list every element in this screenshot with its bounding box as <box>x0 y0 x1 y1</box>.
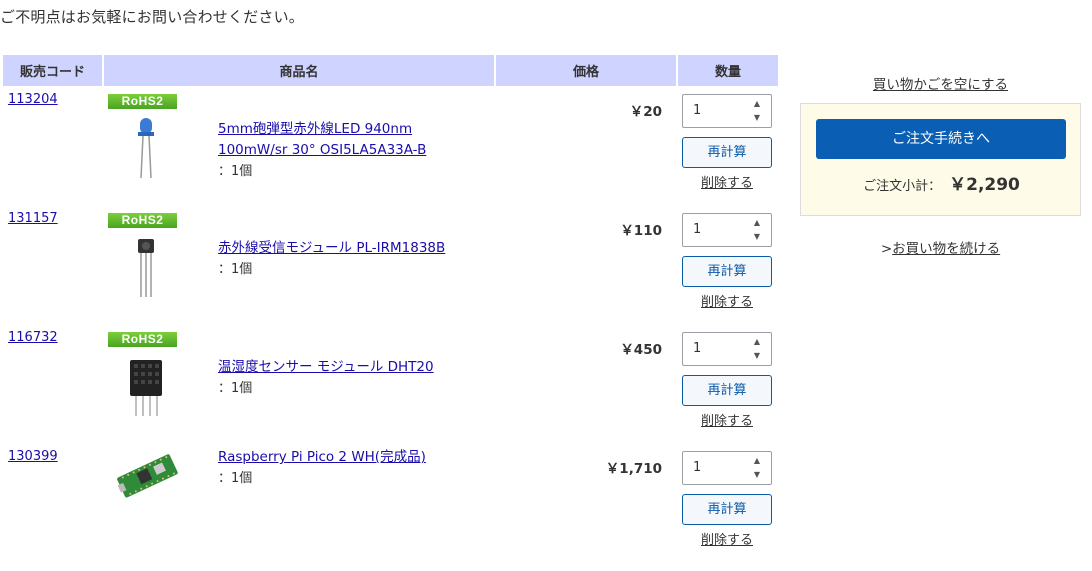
rohs2-badge: RoHS2 <box>108 94 177 109</box>
continue-shopping: >お買い物を続ける <box>800 237 1081 257</box>
quantity-value: 1 <box>693 341 702 356</box>
header-price: 価格 <box>496 55 678 86</box>
cell-name: RoHS2 温湿度センサー モジュール DHT20 ：1個 <box>104 324 496 443</box>
table-row: 131157 RoHS2 赤外線受信モジュール PL-IRM1838B ：1個 … <box>3 205 778 324</box>
table-row: 116732 RoHS2 温湿度センサー モジュール DHT20 ：1個 ￥45… <box>3 324 778 443</box>
product-qty-label: ：1個 <box>218 471 253 486</box>
cell-code: 116732 <box>3 324 104 443</box>
product-code-link[interactable]: 131157 <box>8 211 58 226</box>
quantity-stepper[interactable]: 1 ▲ ▼ <box>682 94 772 128</box>
product-name-line: 赤外線受信モジュール PL-IRM1838B <box>218 240 446 256</box>
quantity-value: 1 <box>693 460 702 475</box>
product-price: ￥450 <box>620 342 662 358</box>
product-code-link[interactable]: 116732 <box>8 330 58 345</box>
product-name-link[interactable]: Raspberry Pi Pico 2 WH(完成品) <box>218 449 426 465</box>
cell-name: Raspberry Pi Pico 2 WH(完成品) ：1個 <box>104 443 496 562</box>
quantity-stepper[interactable]: 1 ▲ ▼ <box>682 213 772 247</box>
delete-link[interactable]: 削除する <box>678 410 776 429</box>
product-qty-label: ：1個 <box>218 262 253 277</box>
delete-link[interactable]: 削除する <box>678 529 776 548</box>
product-price: ￥20 <box>629 104 662 120</box>
product-qty-label: ：1個 <box>218 164 253 179</box>
continue-shopping-link[interactable]: お買い物を続ける <box>892 241 1000 257</box>
product-name-block: Raspberry Pi Pico 2 WH(完成品) ：1個 <box>218 447 426 489</box>
spin-arrows-icon[interactable]: ▲ ▼ <box>749 216 765 244</box>
subtotal-value: ￥2,290 <box>949 175 1020 195</box>
subtotal-label: ご注文小計： <box>863 179 942 194</box>
cart-table: 販売コード 商品名 価格 数量 113204 RoHS2 5mm砲弾型赤外線LE… <box>3 55 778 562</box>
recalculate-button[interactable]: 再計算 <box>682 494 772 525</box>
cell-name: RoHS2 赤外線受信モジュール PL-IRM1838B ：1個 <box>104 205 496 324</box>
ir-receiver-image <box>138 239 154 297</box>
product-name-line: 温湿度センサー モジュール DHT20 <box>218 359 434 375</box>
rohs2-badge: RoHS2 <box>108 213 177 228</box>
product-name-block: 5mm砲弾型赤外線LED 940nm 100mW/sr 30° OSI5LA5A3… <box>218 119 426 182</box>
checkout-button[interactable]: ご注文手続きへ <box>816 119 1066 159</box>
spin-arrows-icon[interactable]: ▲ ▼ <box>749 454 765 482</box>
product-qty-label: ：1個 <box>218 381 253 396</box>
empty-cart-link[interactable]: 買い物かごを空にする <box>800 73 1081 93</box>
cell-name: RoHS2 5mm砲弾型赤外線LED 940nm 100mW/sr 30° OSI… <box>104 86 496 205</box>
chevron-right-icon: > <box>880 241 893 257</box>
product-price: ￥1,710 <box>605 461 662 477</box>
intro-text: ご不明点はお気軽にお問い合わせください。 <box>0 8 305 26</box>
product-code-link[interactable]: 113204 <box>8 92 58 107</box>
dht20-sensor-image <box>130 360 162 416</box>
product-name-block: 温湿度センサー モジュール DHT20 ：1個 <box>218 357 434 399</box>
cell-qty: 1 ▲ ▼ 再計算 削除する <box>678 86 778 205</box>
quantity-value: 1 <box>693 222 702 237</box>
cell-qty: 1 ▲ ▼ 再計算 削除する <box>678 205 778 324</box>
product-code-link[interactable]: 130399 <box>8 449 58 464</box>
table-header-row: 販売コード 商品名 価格 数量 <box>3 55 778 86</box>
product-name-link[interactable]: 赤外線受信モジュール PL-IRM1838B <box>218 240 445 256</box>
order-summary-box: ご注文手続きへ ご注文小計： ￥2,290 <box>800 103 1081 216</box>
recalculate-button[interactable]: 再計算 <box>682 256 772 287</box>
product-name-line: 5mm砲弾型赤外線LED 940nm <box>218 121 413 137</box>
spin-arrows-icon[interactable]: ▲ ▼ <box>749 97 765 125</box>
header-name: 商品名 <box>104 55 496 86</box>
product-name-link[interactable]: 5mm砲弾型赤外線LED 940nm 100mW/sr 30° OSI5LA5A3… <box>218 121 426 158</box>
rohs2-badge: RoHS2 <box>108 332 177 347</box>
cell-qty: 1 ▲ ▼ 再計算 削除する <box>678 443 778 562</box>
cell-qty: 1 ▲ ▼ 再計算 削除する <box>678 324 778 443</box>
table-row: 130399 Raspberry Pi Pico 2 WH(完成品) ：1個 ￥… <box>3 443 778 562</box>
quantity-stepper[interactable]: 1 ▲ ▼ <box>682 451 772 485</box>
cell-code: 113204 <box>3 86 104 205</box>
header-qty: 数量 <box>678 55 778 86</box>
product-name-line: Raspberry Pi Pico 2 WH(完成品) <box>218 449 426 465</box>
cell-code: 130399 <box>3 443 104 562</box>
product-name-line: 100mW/sr 30° OSI5LA5A33A-B <box>218 142 427 158</box>
cell-code: 131157 <box>3 205 104 324</box>
recalculate-button[interactable]: 再計算 <box>682 375 772 406</box>
product-name-link[interactable]: 温湿度センサー モジュール DHT20 <box>218 359 434 375</box>
quantity-stepper[interactable]: 1 ▲ ▼ <box>682 332 772 366</box>
subtotal: ご注文小計： ￥2,290 <box>801 170 1082 195</box>
product-name-block: 赤外線受信モジュール PL-IRM1838B ：1個 <box>218 238 445 280</box>
spin-arrows-icon[interactable]: ▲ ▼ <box>749 335 765 363</box>
table-row: 113204 RoHS2 5mm砲弾型赤外線LED 940nm 100mW/sr … <box>3 86 778 205</box>
header-code: 販売コード <box>3 55 104 86</box>
quantity-value: 1 <box>693 103 702 118</box>
product-price: ￥110 <box>620 223 662 239</box>
delete-link[interactable]: 削除する <box>678 291 776 310</box>
delete-link[interactable]: 削除する <box>678 172 776 191</box>
ir-led-image <box>138 118 154 179</box>
raspberry-pi-pico-image <box>117 454 178 498</box>
recalculate-button[interactable]: 再計算 <box>682 137 772 168</box>
